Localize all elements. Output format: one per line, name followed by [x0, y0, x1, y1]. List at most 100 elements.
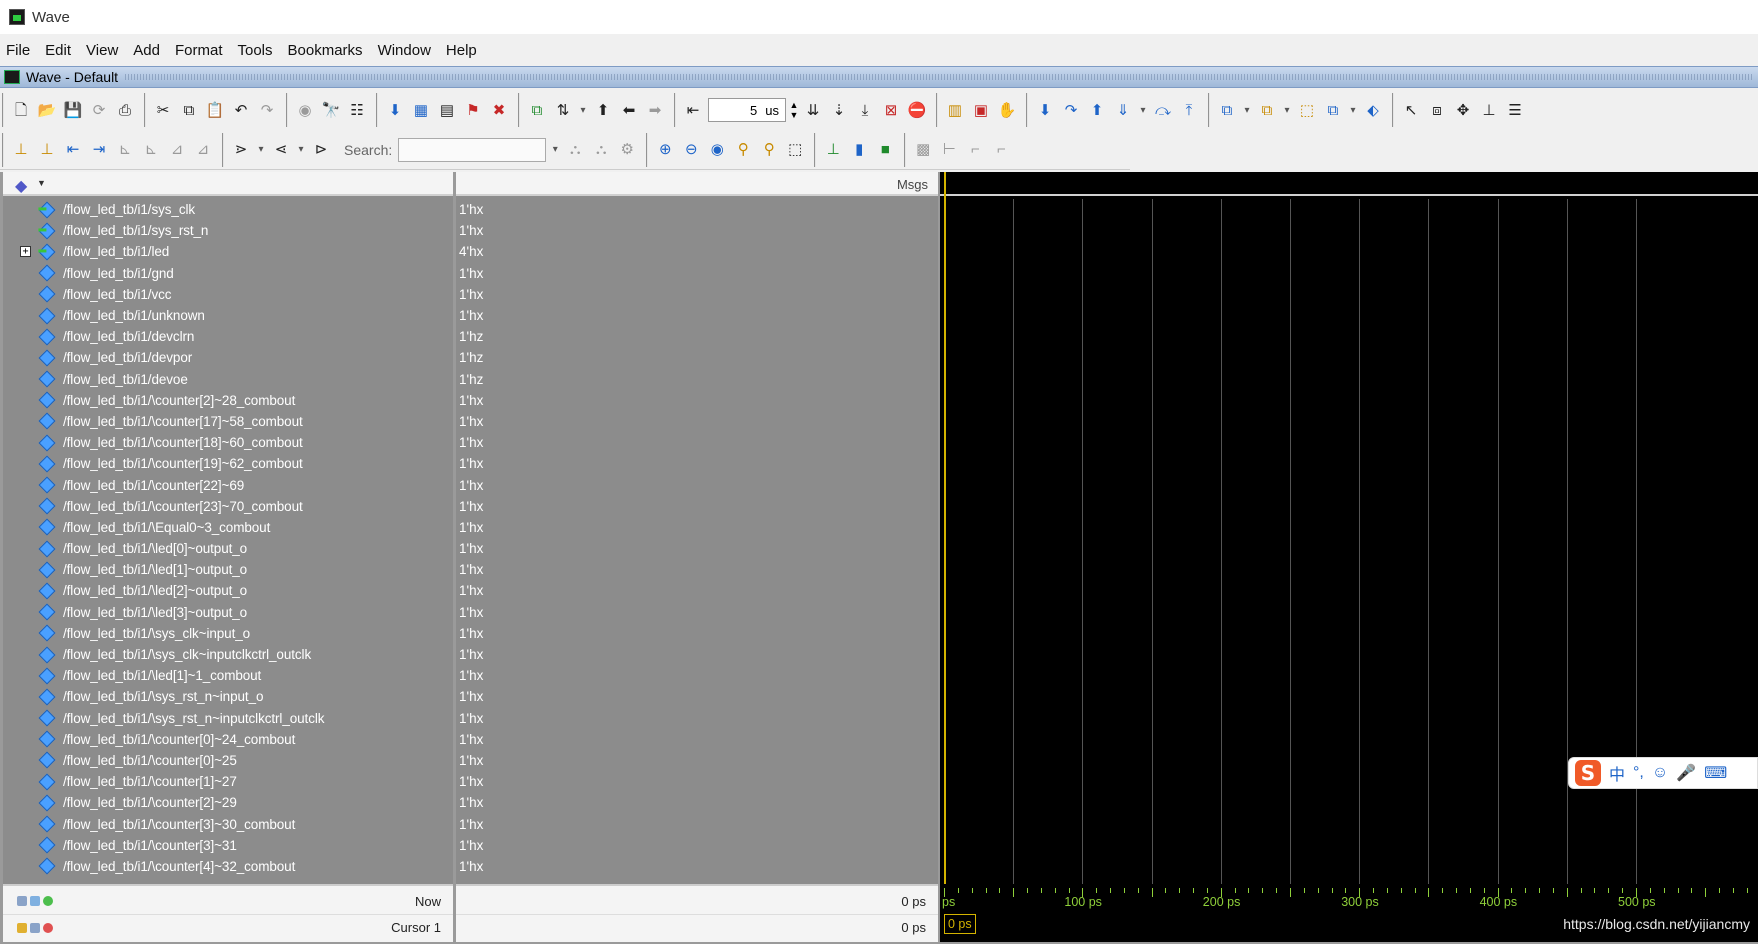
signal-value-row[interactable]: 1'hx [456, 453, 938, 474]
signal-row[interactable]: /flow_led_tb/i1/\counter[17]~58_combout [3, 411, 453, 432]
chevron-down-icon[interactable]: ▾ [1240, 98, 1254, 122]
format-analog-icon[interactable]: ■ [874, 139, 896, 161]
signal-row[interactable]: /flow_led_tb/i1/gnd [3, 263, 453, 284]
wave-edit-3-icon[interactable]: ⌐ [964, 139, 986, 161]
ime-language-toggle[interactable]: 中 [1609, 761, 1625, 785]
rising-edge-icon[interactable]: ⊿ [192, 139, 214, 161]
signal-row[interactable]: + /flow_led_tb/i1/led [3, 241, 453, 262]
search-options-icon[interactable]: ⚙ [616, 139, 638, 161]
new-icon[interactable]: 🗋 [10, 99, 32, 121]
next-edge-icon[interactable]: ⊾ [140, 139, 162, 161]
signal-row[interactable]: /flow_led_tb/i1/\sys_rst_n~input_o [3, 686, 453, 707]
signal-value-row[interactable]: 1'hx [456, 623, 938, 644]
help-icon[interactable]: ◉ [294, 99, 316, 121]
zoom-region-icon[interactable]: ⬚ [784, 139, 806, 161]
signal-value-row[interactable]: 1'hz [456, 347, 938, 368]
signal-values-pane[interactable]: Msgs 1'hx 1'hx 4'hx 1'hx 1'hx 1'hx 1'hz 1'hz 1'h… [456, 172, 938, 942]
zoom-mode-icon[interactable]: ⧈ [1426, 99, 1448, 121]
signal-value-row[interactable]: 1'hx [456, 411, 938, 432]
signal-row[interactable]: /flow_led_tb/i1/sys_rst_n [3, 220, 453, 241]
zoom-between-icon[interactable]: ⚲ [758, 139, 780, 161]
ime-punctuation-toggle[interactable]: °, [1633, 764, 1644, 782]
keyboard-icon[interactable]: ⌨ [1704, 763, 1727, 783]
edit-cursor-mini-icon[interactable] [30, 896, 40, 906]
zoom-out-icon[interactable]: ⊖ [680, 139, 702, 161]
pan-mode-icon[interactable]: ✥ [1452, 99, 1474, 121]
signal-value-row[interactable]: 1'hz [456, 369, 938, 390]
run-icon[interactable]: ⇊ [802, 99, 824, 121]
trace-output-icon[interactable]: ⋖ [270, 139, 292, 161]
signal-row[interactable]: /flow_led_tb/i1/\counter[0]~24_combout [3, 729, 453, 750]
stop-sim-icon[interactable]: ✖ [488, 99, 510, 121]
signal-row[interactable]: /flow_led_tb/i1/\led[3]~output_o [3, 602, 453, 623]
signal-value-row[interactable]: 1'hx [456, 390, 938, 411]
continue-icon[interactable]: ⇣ [828, 99, 850, 121]
signal-row[interactable]: /flow_led_tb/i1/\led[1]~1_combout [3, 665, 453, 686]
pointer-icon[interactable]: ↖ [1400, 99, 1422, 121]
lock-cursor-icon[interactable] [17, 922, 27, 933]
add-cursor-icon[interactable]: ⊥ [10, 139, 32, 161]
signal-row[interactable]: /flow_led_tb/i1/\sys_clk~input_o [3, 623, 453, 644]
chevron-down-icon[interactable]: ▾ [254, 138, 268, 162]
signal-row[interactable]: /flow_led_tb/i1/\sys_rst_n~inputclkctrl_… [3, 708, 453, 729]
run-length-spinner[interactable]: ▲ ▼ [788, 98, 800, 122]
pane-drag-grip[interactable] [125, 74, 1752, 80]
collapse-icon[interactable]: ☷ [346, 99, 368, 121]
chevron-down-icon[interactable]: ▾ [294, 138, 308, 162]
copy-icon[interactable]: ⧉ [178, 99, 200, 121]
layout-3-icon[interactable]: ⬚ [1296, 99, 1318, 121]
cursor-line[interactable] [944, 172, 946, 884]
signal-value-row[interactable]: 1'hx [456, 199, 938, 220]
signal-row[interactable]: /flow_led_tb/i1/\sys_clk~inputclkctrl_ou… [3, 644, 453, 665]
columns-icon[interactable]: ☰ [1504, 99, 1526, 121]
wave-edit-2-icon[interactable]: ⊢ [938, 139, 960, 161]
signal-row[interactable]: /flow_led_tb/i1/\counter[18]~60_combout [3, 432, 453, 453]
menu-help[interactable]: Help [446, 42, 484, 59]
zoom-in-icon[interactable]: ⊕ [654, 139, 676, 161]
sogou-logo-icon[interactable]: S [1575, 760, 1601, 786]
signal-value-row[interactable]: 1'hx [456, 813, 938, 834]
microphone-icon[interactable]: 🎤 [1676, 763, 1696, 783]
compile-icon[interactable]: ⬇ [384, 99, 406, 121]
restart-icon[interactable]: ⇤ [682, 99, 704, 121]
signal-row[interactable]: /flow_led_tb/i1/sys_clk [3, 199, 453, 220]
signal-row[interactable]: /flow_led_tb/i1/devclrn [3, 326, 453, 347]
signal-value-row[interactable]: 1'hx [456, 771, 938, 792]
menu-tools[interactable]: Tools [238, 42, 280, 59]
ime-toolbar[interactable]: S 中 °, ☺ 🎤 ⌨ [1568, 757, 1758, 789]
signal-row[interactable]: /flow_led_tb/i1/\counter[19]~62_combout [3, 453, 453, 474]
chevron-down-icon[interactable]: ▼ [37, 178, 46, 188]
signal-value-row[interactable]: 1'hx [456, 284, 938, 305]
pane-titlebar[interactable]: Wave - Default [0, 66, 1758, 88]
signal-value-row[interactable]: 1'hx [456, 432, 938, 453]
signal-row[interactable]: /flow_led_tb/i1/\counter[4]~32_combout [3, 856, 453, 877]
step-over-all-icon[interactable]: ⤼ [1152, 99, 1174, 121]
zoom-full-icon[interactable]: ◉ [706, 139, 728, 161]
signal-value-row[interactable]: 1'hx [456, 835, 938, 856]
signal-row[interactable]: /flow_led_tb/i1/devpor [3, 347, 453, 368]
env-dropdown-icon[interactable]: ⇅ [552, 99, 574, 121]
signal-value-row[interactable]: 1'hx [456, 220, 938, 241]
signal-value-row[interactable]: 1'hx [456, 538, 938, 559]
format-literal-icon[interactable]: ⊥ [822, 139, 844, 161]
signal-value-row[interactable]: 1'hx [456, 708, 938, 729]
add-cursor-mini-icon[interactable] [17, 896, 27, 906]
falling-edge-icon[interactable]: ⊿ [166, 139, 188, 161]
run-length-input[interactable]: 5 us [708, 98, 786, 122]
break-icon[interactable]: ⚑ [462, 99, 484, 121]
chevron-down-icon[interactable]: ▾ [1280, 98, 1294, 122]
menu-bookmarks[interactable]: Bookmarks [288, 42, 370, 59]
reload-icon[interactable]: ⟳ [88, 99, 110, 121]
signal-value-row[interactable]: 1'hx [456, 644, 938, 665]
layout-icon[interactable]: ⧉ [1216, 99, 1238, 121]
search-prev-icon[interactable]: ⛬ [564, 139, 586, 161]
undo-icon[interactable]: ↶ [230, 99, 252, 121]
signal-row[interactable]: /flow_led_tb/i1/\counter[22]~69 [3, 474, 453, 495]
memory-icon[interactable]: ▣ [970, 99, 992, 121]
signal-value-row[interactable]: 1'hx [456, 750, 938, 771]
signal-value-row[interactable]: 1'hx [456, 792, 938, 813]
compile-all-icon[interactable]: ▦ [410, 99, 432, 121]
delete-cursor-icon[interactable]: ⊥ [36, 139, 58, 161]
menu-file[interactable]: File [6, 42, 37, 59]
print-icon[interactable]: ⎙ [114, 99, 136, 121]
